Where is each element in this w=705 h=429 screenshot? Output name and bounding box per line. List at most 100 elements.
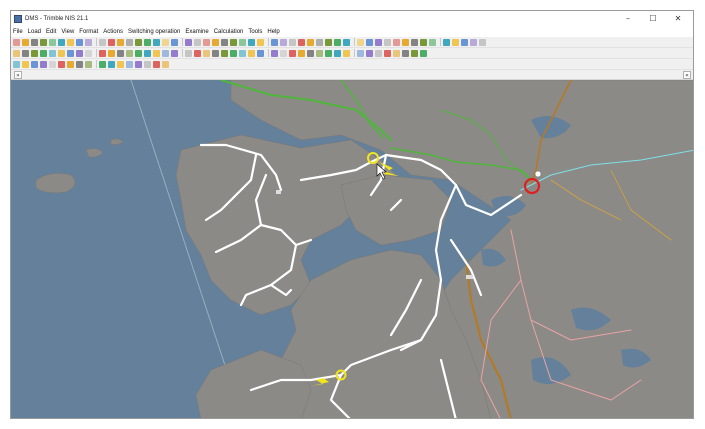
transformer-icon[interactable] [40,60,47,68]
zoom-in-icon[interactable] [22,38,29,46]
undo-icon[interactable] [325,38,332,46]
layer-icon[interactable] [13,60,20,68]
cable-icon[interactable] [99,38,106,46]
pan-icon[interactable] [384,38,391,46]
select-icon[interactable] [185,38,192,46]
search-icon[interactable] [85,49,92,57]
text-icon[interactable] [126,60,133,68]
transformer-icon[interactable] [230,49,237,57]
switch-icon[interactable] [384,49,391,57]
close-button[interactable]: ✕ [667,11,689,27]
layer-icon[interactable] [31,49,38,57]
maximize-button[interactable]: ☐ [642,11,664,27]
switch-icon[interactable] [212,49,219,57]
save-icon[interactable] [144,38,151,46]
layer-icon[interactable] [58,38,65,46]
breaker-icon[interactable] [420,38,427,46]
print-icon[interactable] [85,60,92,68]
redo-icon[interactable] [117,60,124,68]
node-icon[interactable] [420,49,427,57]
node-icon[interactable] [452,38,459,46]
text-icon[interactable] [171,38,178,46]
search-icon[interactable] [117,38,124,46]
undo-icon[interactable] [126,49,133,57]
pan-icon[interactable] [162,60,169,68]
zoom-out-icon[interactable] [203,38,210,46]
grid-icon[interactable] [22,49,29,57]
measure-icon[interactable] [76,60,83,68]
search-icon[interactable] [461,38,468,46]
zoom-out-icon[interactable] [153,60,160,68]
grid-icon[interactable] [221,38,228,46]
text-icon[interactable] [144,49,151,57]
menu-view[interactable]: View [61,29,74,35]
select-icon[interactable] [135,60,142,68]
breaker-icon[interactable] [221,49,228,57]
save-icon[interactable] [99,60,106,68]
zoom-in-icon[interactable] [162,49,169,57]
transformer-icon[interactable] [402,49,409,57]
menu-examine[interactable]: Examine [185,29,208,35]
node-icon[interactable] [276,190,281,194]
cable-icon[interactable] [67,49,74,57]
grid-icon[interactable] [366,49,373,57]
breaker-icon[interactable] [76,38,83,46]
save-icon[interactable] [289,49,296,57]
switch-icon[interactable] [40,49,47,57]
search-icon[interactable] [289,38,296,46]
pan-icon[interactable] [13,49,20,57]
measure-icon[interactable] [271,49,278,57]
menu-file[interactable]: File [13,29,23,35]
switch-icon[interactable] [239,38,246,46]
text-icon[interactable] [316,49,323,57]
breaker-icon[interactable] [49,49,56,57]
cable-icon[interactable] [271,38,278,46]
transformer-icon[interactable] [58,49,65,57]
menu-switching-operation[interactable]: Switching operation [128,29,180,35]
select-icon[interactable] [13,38,20,46]
menu-help[interactable]: Help [267,29,279,35]
measure-icon[interactable] [99,49,106,57]
layer-icon[interactable] [375,49,382,57]
menu-tools[interactable]: Tools [248,29,262,35]
breaker-icon[interactable] [393,49,400,57]
menu-calculation[interactable]: Calculation [214,29,244,35]
pan-icon[interactable] [185,49,192,57]
transformer-icon[interactable] [85,38,92,46]
redo-icon[interactable] [307,49,314,57]
transformer-icon[interactable] [429,38,436,46]
print-icon[interactable] [280,49,287,57]
node-icon[interactable] [248,49,255,57]
measure-icon[interactable] [470,38,477,46]
node-icon[interactable] [108,38,115,46]
zoom-out-icon[interactable] [343,49,350,57]
node-icon[interactable] [280,38,287,46]
menu-format[interactable]: Format [79,29,98,35]
switch-icon[interactable] [411,38,418,46]
zoom-in-icon[interactable] [366,38,373,46]
print-icon[interactable] [307,38,314,46]
search-icon[interactable] [257,49,264,57]
switch-icon[interactable] [67,38,74,46]
expand-left-panel-button[interactable]: » [14,71,22,79]
menu-edit[interactable]: Edit [46,29,56,35]
search-icon[interactable] [67,60,74,68]
layer-icon[interactable] [203,49,210,57]
save-icon[interactable] [117,49,124,57]
node-icon[interactable] [76,49,83,57]
pan-icon[interactable] [40,38,47,46]
select-icon[interactable] [357,38,364,46]
zoom-out-icon[interactable] [171,49,178,57]
select-icon[interactable] [325,49,332,57]
redo-icon[interactable] [334,38,341,46]
zoom-in-icon[interactable] [144,60,151,68]
breaker-icon[interactable] [31,60,38,68]
select-icon[interactable] [153,49,160,57]
menu-load[interactable]: Load [28,29,41,35]
grid-icon[interactable] [49,38,56,46]
print-icon[interactable] [479,38,486,46]
pan-icon[interactable] [212,38,219,46]
text-icon[interactable] [343,38,350,46]
pan-icon[interactable] [357,49,364,57]
layer-icon[interactable] [402,38,409,46]
